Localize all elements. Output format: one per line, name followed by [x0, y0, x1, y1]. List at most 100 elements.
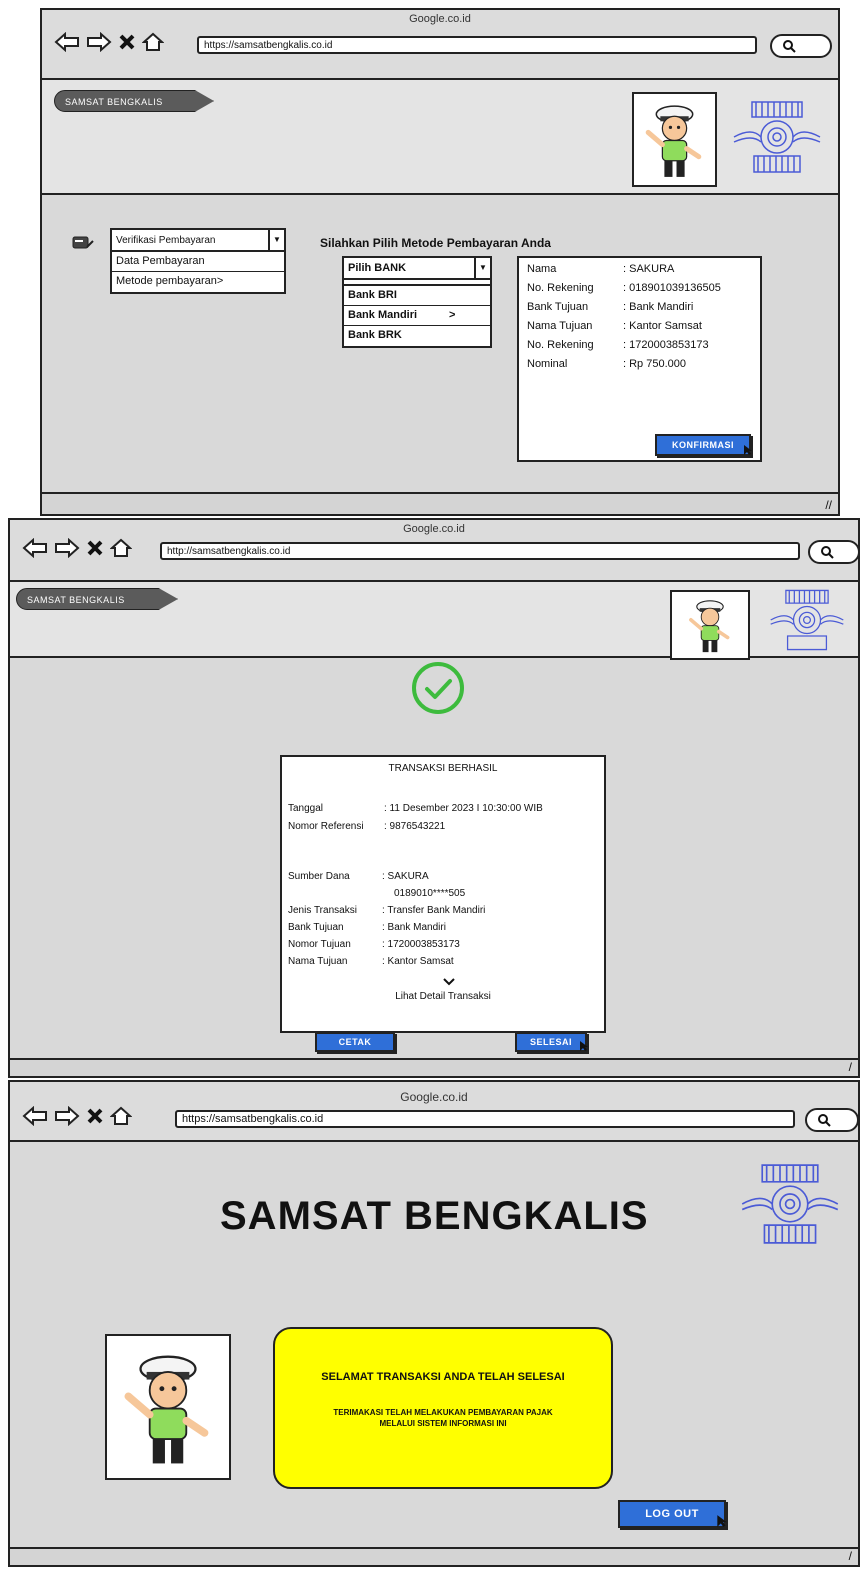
brand-tab[interactable]: SAMSAT BENGKALIS [16, 588, 178, 610]
success-message-title: SELAMAT TRANSAKSI ANDA TELAH SELESAI [321, 1371, 565, 1383]
chevron-down-icon[interactable]: ▼ [268, 230, 284, 250]
nav-buttons [54, 32, 164, 52]
print-button[interactable]: CETAK [315, 1032, 395, 1052]
cursor-icon [717, 1515, 727, 1527]
bank-option-bri[interactable]: Bank BRI [344, 286, 490, 306]
date-label: Tanggal [288, 803, 324, 814]
receipt-row-value: : Bank Mandiri [382, 922, 446, 933]
bank-option-mandiri-label: Bank Mandiri [348, 309, 418, 321]
site-header: SAMSAT BENGKALIS [10, 582, 858, 660]
status-bar: / [10, 1547, 858, 1565]
police-emblem-logo [741, 1164, 839, 1244]
home-icon[interactable] [142, 32, 164, 52]
url-bar[interactable]: https://samsatbengkalis.co.id [175, 1110, 795, 1128]
detail-value: : Kantor Samsat [623, 320, 702, 332]
search-button[interactable] [805, 1108, 859, 1132]
detail-value: : 018901039136505 [623, 282, 721, 294]
bank-select-selected[interactable]: Pilih BANK ▼ [344, 258, 490, 280]
close-icon[interactable] [86, 539, 104, 557]
home-icon[interactable] [110, 538, 132, 558]
close-icon[interactable] [118, 33, 136, 51]
back-arrow-icon[interactable] [22, 1106, 48, 1126]
browser-window-payment-method: Google.co.id https://samsatbengkalis.co.… [40, 8, 840, 516]
logout-button[interactable]: LOG OUT [618, 1500, 727, 1528]
search-icon [818, 1114, 831, 1127]
back-arrow-icon[interactable] [22, 538, 48, 558]
police-emblem-logo [733, 101, 821, 173]
menu-dropdown[interactable]: Verifikasi Pembayaran ▼ Data Pembayaran … [110, 228, 286, 294]
detail-row: No. Rekening : 018901039136505 [527, 279, 757, 298]
checkmark-circle-icon [412, 662, 464, 714]
detail-list: Nama : SAKURA No. Rekening : 0189010391365… [527, 260, 757, 374]
detail-label: No. Rekening [527, 282, 594, 294]
logout-button-label: LOG OUT [645, 1508, 699, 1520]
forward-arrow-icon[interactable] [86, 32, 112, 52]
resize-grip-icon[interactable]: / [849, 1060, 852, 1074]
bank-select[interactable]: Pilih BANK ▼ Bank BRI Bank Mandiri > Ban… [342, 256, 492, 348]
payment-details-panel: Nama : SAKURA No. Rekening : 0189010391365… [517, 256, 762, 462]
payment-method-heading: Silahkan Pilih Metode Pembayaran Anda [320, 236, 551, 250]
detail-label: Nama [527, 263, 557, 275]
browser-chrome: Google.co.id https://samsatbengkalis.co.… [10, 1082, 859, 1142]
browser-window-transaction-success: Google.co.id http://samsatbengkalis.co.i… [8, 518, 860, 1078]
url-bar[interactable]: http://samsatbengkalis.co.id [160, 542, 800, 560]
search-button[interactable] [808, 540, 860, 564]
police-mascot-image [670, 590, 750, 660]
confirm-button[interactable]: KONFIRMASI [655, 434, 752, 456]
detail-value: : SAKURA [623, 263, 675, 275]
search-icon [783, 40, 796, 53]
search-button[interactable] [770, 34, 832, 58]
success-message-box: SELAMAT TRANSAKSI ANDA TELAH SELESAI TER… [273, 1327, 613, 1489]
back-arrow-icon[interactable] [54, 32, 80, 52]
status-bar: // [42, 492, 838, 514]
close-icon[interactable] [86, 1107, 104, 1125]
site-header: SAMSAT BENGKALIS [42, 80, 838, 195]
receipt-row-label: Jenis Transaksi [288, 905, 357, 916]
detail-row: Bank Tujuan : Bank Mandiri [527, 298, 757, 317]
forward-arrow-icon[interactable] [54, 1106, 80, 1126]
browser-chrome: Google.co.id https://samsatbengkalis.co.… [42, 10, 838, 80]
detail-label: No. Rekening [527, 339, 594, 351]
search-icon [821, 546, 834, 559]
nav-buttons [22, 1106, 132, 1126]
resize-grip-icon[interactable]: / [849, 1549, 852, 1563]
bank-option-mandiri[interactable]: Bank Mandiri > [344, 306, 490, 326]
browser-chrome: Google.co.id http://samsatbengkalis.co.i… [10, 520, 860, 582]
done-button[interactable]: SELESAI [515, 1032, 588, 1052]
resize-grip-icon[interactable]: // [825, 498, 832, 512]
detail-value: : Bank Mandiri [623, 301, 694, 313]
receipt-row-value: 0189010****505 [394, 888, 466, 899]
chevron-down-icon[interactable] [442, 977, 456, 987]
receipt-row-label: Nomor Tujuan [288, 939, 351, 950]
transaction-detail-link[interactable]: Lihat Detail Transaksi [282, 991, 604, 1002]
receipt-row-value: : SAKURA [382, 871, 429, 882]
browser-title: Google.co.id [409, 13, 471, 25]
receipt-row-value: : 1720003853173 [382, 939, 460, 950]
detail-row: Nominal : Rp 750.000 [527, 355, 757, 374]
bank-select-label: Pilih BANK [348, 262, 407, 274]
receipt-row-value: : Transfer Bank Mandiri [382, 905, 486, 916]
detail-value: : 1720003853173 [623, 339, 709, 351]
detail-label: Nominal [527, 358, 568, 370]
done-button-label: SELESAI [529, 1037, 572, 1047]
confirm-button-label: KONFIRMASI [672, 440, 734, 450]
detail-value: : Rp 750.000 [623, 358, 686, 370]
success-message-body: TERIMAKASI TELAH MELAKUKAN PEMBAYARAN PA… [333, 1408, 553, 1428]
url-bar[interactable]: https://samsatbengkalis.co.id [197, 36, 757, 54]
receipt-row-value: : Kantor Samsat [382, 956, 454, 967]
menu-item-metode-pembayaran[interactable]: Metode pembayaran> [112, 272, 284, 292]
bank-option-active-marker: > [449, 309, 456, 321]
brand-tab[interactable]: SAMSAT BENGKALIS [54, 90, 214, 112]
home-icon[interactable] [110, 1106, 132, 1126]
menu-dropdown-selected[interactable]: Verifikasi Pembayaran ▼ [112, 230, 284, 252]
detail-label: Nama Tujuan [527, 320, 593, 332]
bank-option-brk[interactable]: Bank BRK [344, 326, 490, 346]
receipt-row-label: Bank Tujuan [288, 922, 344, 933]
chevron-down-icon[interactable]: ▼ [474, 258, 490, 278]
detail-label: Bank Tujuan [527, 301, 589, 313]
forward-arrow-icon[interactable] [54, 538, 80, 558]
menu-item-data-pembayaran[interactable]: Data Pembayaran [112, 252, 284, 272]
site-big-title: SAMSAT BENGKALIS [220, 1194, 649, 1238]
police-mascot-image [105, 1334, 231, 1480]
receipt-panel: TRANSAKSI BERHASIL Tanggal : 11 Desember… [280, 755, 606, 1033]
